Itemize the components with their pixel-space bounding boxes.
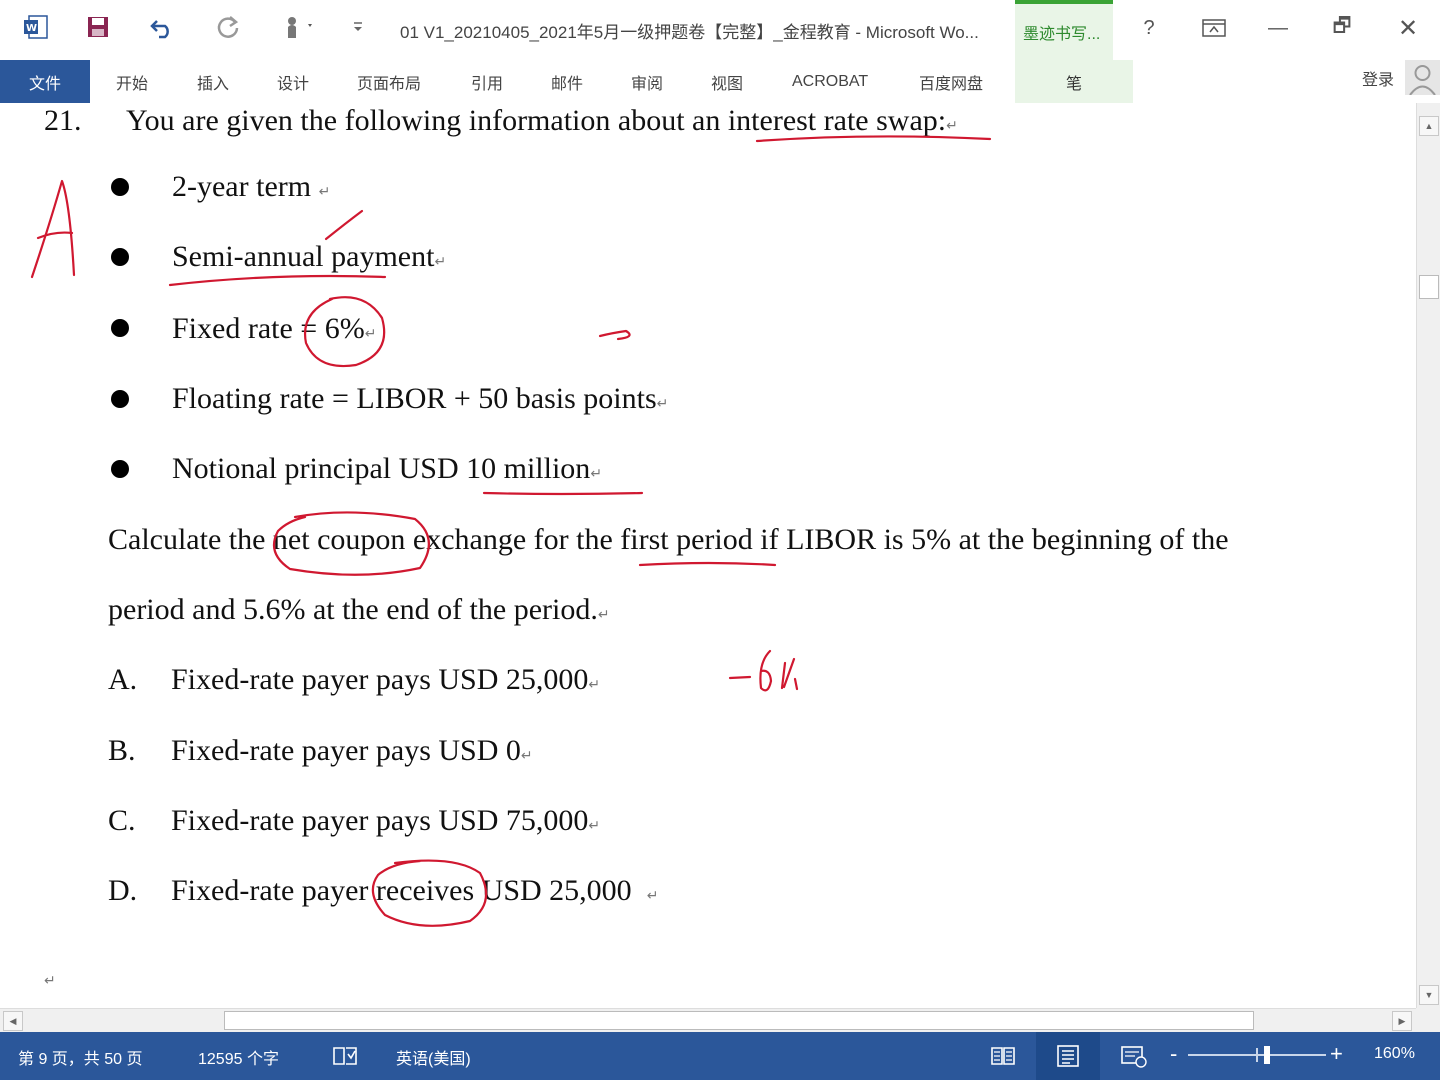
option-b-letter: B. [108, 734, 136, 767]
scroll-up-icon[interactable]: ▲ [1419, 116, 1439, 136]
ink-tools-tab-header[interactable]: 墨迹书写... [1015, 0, 1113, 60]
word-app-icon[interactable]: W [20, 10, 52, 44]
minimize-button[interactable]: — [1256, 8, 1300, 48]
tab-baidu-netdisk[interactable]: 百度网盘 [919, 60, 983, 103]
tab-file[interactable]: 文件 [0, 60, 90, 103]
zoom-slider-center-tick [1256, 1048, 1258, 1062]
vertical-scrollbar[interactable]: ▲ ▼ [1416, 103, 1440, 1008]
horizontal-scroll-thumb[interactable] [224, 1011, 1254, 1030]
bullet-dot [111, 390, 129, 408]
bullet-dot [111, 460, 129, 478]
restore-button[interactable]: 🗗 [1320, 8, 1364, 48]
sign-in-link[interactable]: 登录 [1362, 66, 1394, 90]
tab-insert[interactable]: 插入 [197, 60, 229, 103]
option-a-letter: A. [108, 663, 138, 696]
option-b-text: Fixed-rate payer pays USD 0↵ [171, 734, 533, 767]
info-notional: Notional principal USD 10 million↵ [172, 452, 603, 485]
zoom-level[interactable]: 160% [1374, 1045, 1415, 1063]
title-bar: W 01 V1_20210405_2021年5月一级押题卷【完整】_金程教育 -… [0, 0, 1440, 60]
close-button[interactable]: ✕ [1386, 8, 1430, 48]
question-intro: You are given the following information … [126, 104, 958, 137]
touch-mode-icon[interactable] [276, 10, 320, 44]
ink-slash-mark [324, 209, 364, 241]
ink-underline-interest-rate-swap [755, 135, 992, 143]
redo-icon[interactable] [211, 10, 245, 44]
question-prompt-line1: Calculate the net coupon exchange for th… [108, 523, 1229, 556]
option-c-text: Fixed-rate payer pays USD 75,000↵ [171, 804, 601, 837]
tab-view[interactable]: 视图 [711, 60, 743, 103]
help-button[interactable]: ? [1127, 8, 1171, 48]
question-prompt-line2: period and 5.6% at the end of the period… [108, 593, 610, 626]
document-canvas[interactable]: 21. You are given the following informat… [0, 103, 1416, 1008]
option-c-letter: C. [108, 804, 136, 837]
tab-review[interactable]: 审阅 [631, 60, 663, 103]
zoom-in-button[interactable]: + [1330, 1041, 1343, 1067]
bullet-dot [111, 319, 129, 337]
ink-letter-a-answer [30, 179, 76, 279]
undo-icon[interactable] [146, 10, 180, 44]
ink-underline-first-period [638, 561, 777, 567]
question-number: 21. [44, 104, 82, 137]
tab-references[interactable]: 引用 [471, 60, 503, 103]
avatar[interactable] [1405, 60, 1440, 95]
scrollbar-corner [1416, 1008, 1440, 1032]
horizontal-scrollbar[interactable]: ◀ ▶ [0, 1008, 1416, 1032]
bullet-dot [111, 178, 129, 196]
option-d-letter: D. [108, 874, 138, 907]
proofing-icon[interactable] [330, 1042, 360, 1070]
scroll-down-icon[interactable]: ▼ [1419, 985, 1439, 1005]
option-a-text: Fixed-rate payer pays USD 25,000↵ [171, 663, 601, 696]
svg-text:W: W [26, 23, 37, 34]
web-layout-icon[interactable] [1118, 1042, 1150, 1070]
zoom-slider-thumb[interactable] [1264, 1046, 1270, 1064]
info-fixed-rate: Fixed rate = 6%↵ [172, 312, 377, 345]
zoom-out-button[interactable]: - [1170, 1041, 1177, 1067]
ink-dash-mark [598, 329, 631, 341]
customize-toolbar-icon[interactable] [346, 10, 370, 44]
ribbon-tabs: 文件 开始 插入 设计 页面布局 引用 邮件 审阅 视图 ACROBAT 百度网… [0, 60, 1440, 103]
scroll-left-icon[interactable]: ◀ [3, 1011, 23, 1031]
bullet-dot [111, 248, 129, 266]
vertical-scroll-thumb[interactable] [1419, 275, 1439, 299]
tab-acrobat[interactable]: ACROBAT [792, 60, 868, 103]
info-floating-rate: Floating rate = LIBOR + 50 basis points↵ [172, 382, 669, 415]
info-payment-frequency: Semi-annual payment↵ [172, 240, 447, 273]
empty-paragraph: ↵ [44, 973, 56, 989]
tab-home[interactable]: 开始 [116, 60, 148, 103]
document-title: 01 V1_20210405_2021年5月一级押题卷【完整】_金程教育 - M… [400, 23, 979, 42]
ink-underline-semi-annual [168, 274, 387, 287]
tab-pen[interactable]: 笔 [1015, 60, 1133, 103]
scroll-right-icon[interactable]: ▶ [1392, 1011, 1412, 1031]
read-mode-icon[interactable] [988, 1042, 1018, 1070]
page-count[interactable]: 第 9 页，共 50 页 [18, 1045, 142, 1069]
tab-mailings[interactable]: 邮件 [551, 60, 583, 103]
print-layout-view-button[interactable] [1036, 1032, 1100, 1080]
ribbon-display-options-button[interactable] [1192, 8, 1236, 48]
tab-design[interactable]: 设计 [277, 60, 309, 103]
info-term: 2-year term ↵ [172, 170, 331, 203]
status-bar: 第 9 页，共 50 页 12595 个字 英语(美国) - + 160% [0, 1032, 1440, 1080]
word-count[interactable]: 12595 个字 [198, 1045, 279, 1069]
ink-underline-ten-million [482, 491, 644, 496]
ink-minus-six-percent [728, 649, 799, 692]
language-indicator[interactable]: 英语(美国) [396, 1045, 471, 1069]
save-icon[interactable] [82, 10, 114, 44]
option-d-text: Fixed-rate payer receives USD 25,000 ↵ [171, 874, 659, 907]
tab-page-layout[interactable]: 页面布局 [357, 60, 421, 103]
